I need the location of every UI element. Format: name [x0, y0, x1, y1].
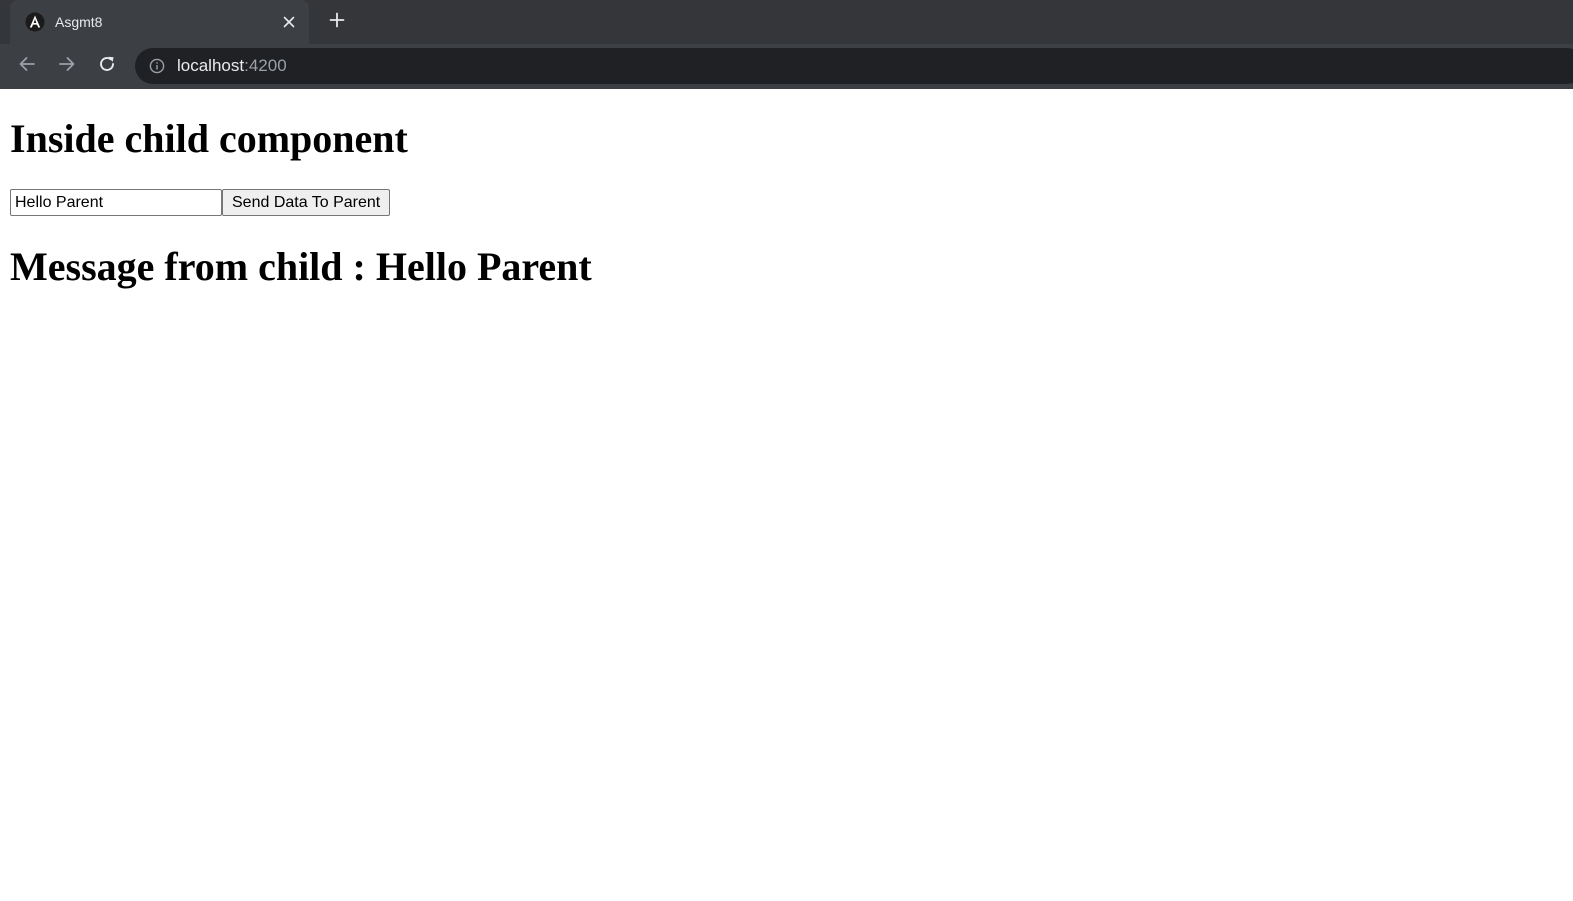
arrow-right-icon — [58, 55, 76, 78]
info-icon[interactable] — [148, 57, 166, 75]
reload-button[interactable] — [92, 51, 122, 81]
url-text: localhost:4200 — [177, 56, 287, 76]
address-bar[interactable]: localhost:4200 — [135, 48, 1573, 84]
message-input[interactable] — [10, 189, 222, 216]
send-data-button[interactable]: Send Data To Parent — [222, 189, 391, 216]
message-heading: Message from child : Hello Parent — [10, 244, 592, 289]
forward-button[interactable] — [52, 51, 82, 81]
close-icon[interactable] — [279, 12, 299, 32]
tab-title: Asgmt8 — [55, 14, 103, 30]
angular-logo-icon — [25, 12, 45, 32]
back-button[interactable] — [12, 51, 42, 81]
message-form: Send Data To Parent — [10, 189, 391, 216]
tab-strip: Asgmt8 — [0, 0, 1573, 44]
plus-icon — [329, 12, 345, 33]
browser-toolbar: localhost:4200 — [0, 44, 1573, 88]
reload-icon — [98, 55, 116, 78]
new-tab-button[interactable] — [323, 8, 351, 36]
arrow-left-icon — [18, 55, 36, 78]
page-content: Inside child component Send Data To Pare… — [0, 89, 1573, 901]
child-component-heading: Inside child component — [10, 116, 408, 161]
url-port: :4200 — [244, 56, 287, 75]
url-host: localhost — [177, 56, 245, 75]
browser-tab[interactable]: Asgmt8 — [10, 0, 309, 44]
